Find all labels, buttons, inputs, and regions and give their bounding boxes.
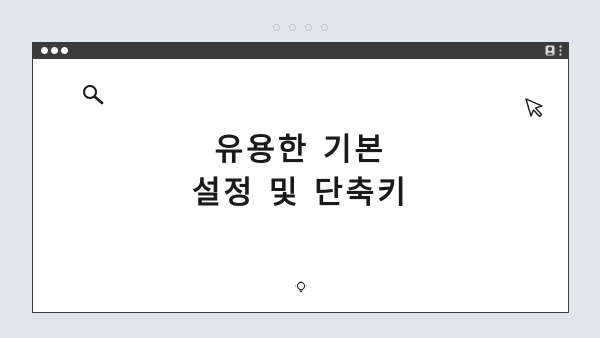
- window-content: 유용한 기본 설정 및 단축키: [33, 59, 568, 312]
- titlebar-actions: [545, 45, 562, 56]
- kebab-menu-icon[interactable]: [559, 45, 562, 56]
- title-line-2: 설정 및 단축키: [192, 175, 409, 211]
- page-dot[interactable]: [272, 24, 280, 31]
- page-dot[interactable]: [304, 24, 312, 31]
- page-dot[interactable]: [288, 24, 296, 31]
- search-icon: [81, 83, 105, 109]
- page-title: 유용한 기본 설정 및 단축키: [33, 129, 568, 215]
- window-controls: [41, 47, 68, 54]
- browser-window: 유용한 기본 설정 및 단축키: [32, 42, 569, 313]
- lightbulb-icon: [295, 279, 307, 298]
- window-titlebar: [33, 43, 568, 59]
- user-icon[interactable]: [545, 45, 555, 56]
- page-dot[interactable]: [320, 24, 328, 31]
- window-dot-1[interactable]: [41, 47, 48, 54]
- title-line-1: 유용한 기본: [214, 132, 387, 168]
- window-dot-2[interactable]: [51, 47, 58, 54]
- cursor-icon: [524, 97, 546, 123]
- window-dot-3[interactable]: [61, 47, 68, 54]
- page-indicator: [0, 24, 600, 31]
